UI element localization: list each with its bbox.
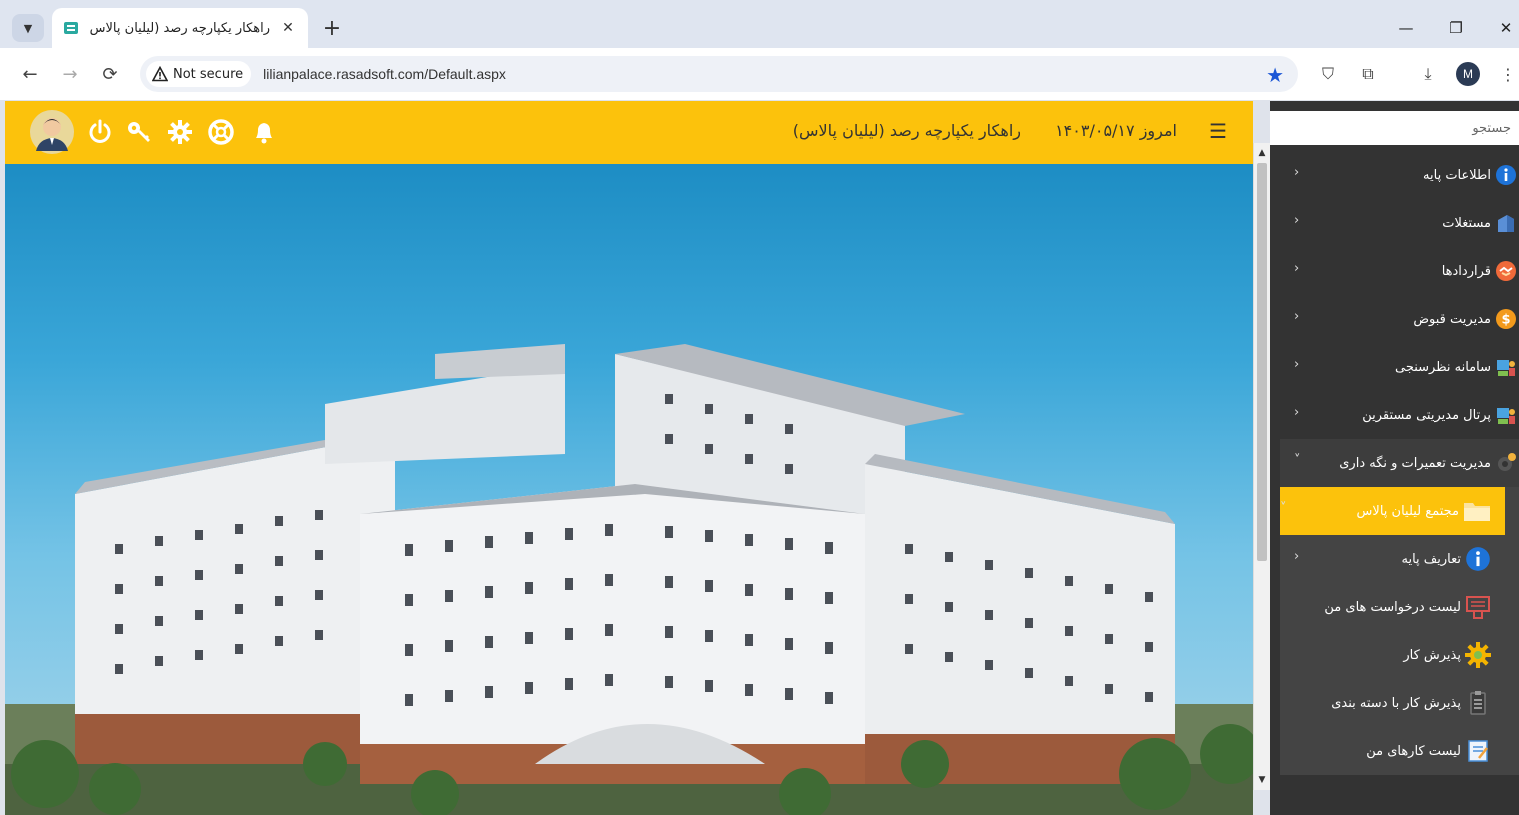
building-icon	[1498, 215, 1514, 232]
chevron-down-icon: ˅	[1294, 453, 1301, 468]
task-list-icon	[1468, 740, 1488, 762]
dollar-icon: $	[1496, 309, 1516, 329]
warning-icon	[152, 66, 168, 82]
sidebar-menu: اطلاعات پایه ‹ مستغلات ‹ قراردادها ‹ $ م…	[1280, 151, 1519, 775]
sidebar-item-bills[interactable]: $ مدیریت قبوض ‹	[1280, 295, 1519, 343]
forward-arrow-icon[interactable]: →	[56, 60, 84, 88]
header-date: امروز ۱۴۰۳/۰۵/۱۷	[1055, 121, 1177, 140]
tab-close-icon[interactable]: ✕	[278, 18, 298, 38]
chevron-left-icon: ‹	[1294, 405, 1300, 420]
tab-title: راهکار یکپارچه رصد (لیلیان پالاس)	[90, 20, 270, 36]
hero-building-image	[5, 164, 1253, 815]
app-header: راهکار یکپارچه رصد (لیلیان پالاس) امروز …	[5, 101, 1253, 164]
scroll-thumb[interactable]	[1257, 163, 1267, 561]
chevron-left-icon: ‹	[1294, 261, 1300, 276]
tab-search-button[interactable]: ▼	[12, 14, 44, 42]
sidebar-item-accept-work-category[interactable]: پذیرش کار با دسته بندی	[1280, 679, 1519, 727]
support-lifebuoy-icon[interactable]	[208, 119, 234, 145]
chevron-left-icon: ‹	[1294, 357, 1300, 372]
chevron-left-icon: ‹	[1294, 213, 1300, 228]
address-bar[interactable]: Not secure lilianpalace.rasadsoft.com/De…	[140, 56, 1298, 92]
key-icon[interactable]	[126, 119, 152, 145]
sidebar-item-label: پرتال مدیریتی مستقرین	[1362, 407, 1491, 423]
sidebar-item-label: مدیریت تعمیرات و نگه داری	[1339, 455, 1491, 471]
more-menu-icon[interactable]: ⋮	[1494, 60, 1519, 88]
sidebar-item-label: قراردادها	[1441, 263, 1491, 279]
user-avatar-icon	[30, 110, 74, 154]
profile-avatar[interactable]: M	[1456, 62, 1480, 86]
chevron-down-icon: ▼	[23, 21, 33, 35]
reload-icon[interactable]: ⟳	[96, 60, 124, 88]
new-tab-button[interactable]: +	[318, 14, 346, 42]
url-text: lilianpalace.rasadsoft.com/Default.aspx	[263, 66, 506, 82]
chevron-left-icon: ‹	[1294, 549, 1300, 564]
sidebar-item-label: مستغلات	[1442, 215, 1491, 231]
bookmark-star-icon[interactable]: ★	[1266, 63, 1284, 87]
sidebar-item-tenant-portal[interactable]: پرتال مدیریتی مستقرین ‹	[1280, 391, 1519, 439]
sidebar-item-survey[interactable]: سامانه نظرسنجی ‹	[1280, 343, 1519, 391]
restore-button[interactable]: ❐	[1440, 14, 1472, 42]
clipboard-icon	[1470, 691, 1486, 715]
sidebar-search-input[interactable]	[1270, 111, 1519, 145]
folder-icon	[1464, 503, 1490, 521]
gear-icon[interactable]	[167, 119, 193, 145]
browser-tab[interactable]: راهکار یکپارچه رصد (لیلیان پالاس) ✕	[52, 8, 308, 48]
download-icon[interactable]: ⤓	[1414, 60, 1442, 88]
apartment-complex-illustration	[5, 344, 1253, 815]
sidebar-item-lilian-complex[interactable]: مجتمع لیلیان پالاس ˅	[1280, 487, 1505, 535]
extensions-puzzle-icon[interactable]: ⧉	[1354, 60, 1382, 88]
browser-toolbar: ← → ⟳ Not secure lilianpalace.rasadsoft.…	[0, 48, 1519, 100]
sidebar-item-label: لیست کارهای من	[1366, 743, 1461, 759]
svg-text:$: $	[1501, 313, 1510, 328]
user-avatar[interactable]	[29, 109, 75, 155]
header-title: راهکار یکپارچه رصد (لیلیان پالاس)	[792, 121, 1021, 140]
window-close-button[interactable]: ✕	[1490, 14, 1519, 42]
sidebar-item-real-estate[interactable]: مستغلات ‹	[1280, 199, 1519, 247]
hamburger-menu-icon[interactable]: ☰	[1209, 119, 1227, 143]
back-arrow-icon[interactable]: ←	[16, 60, 44, 88]
sun-gear-icon	[1465, 642, 1491, 668]
sidebar-item-label: تعاریف پایه	[1401, 551, 1461, 567]
sidebar-item-contracts[interactable]: قراردادها ‹	[1280, 247, 1519, 295]
sidebar: اطلاعات پایه ‹ مستغلات ‹ قراردادها ‹ $ م…	[1270, 101, 1519, 815]
maintenance-submenu: مجتمع لیلیان پالاس ˅ تعاریف پایه ‹ لیست …	[1280, 487, 1519, 775]
chevron-left-icon: ‹	[1294, 309, 1300, 324]
info-icon	[1496, 165, 1516, 185]
notification-bell-icon[interactable]	[251, 119, 277, 145]
chevron-left-icon: ‹	[1294, 165, 1300, 180]
info-icon	[1466, 547, 1490, 571]
request-list-icon	[1466, 596, 1490, 619]
portal-icon	[1497, 408, 1515, 424]
power-icon[interactable]	[87, 119, 113, 145]
sidebar-item-maintenance[interactable]: مدیریت تعمیرات و نگه داری ˅	[1280, 439, 1519, 487]
sidebar-item-label: سامانه نظرسنجی	[1395, 359, 1491, 375]
sidebar-item-my-requests[interactable]: لیست درخواست های من	[1280, 583, 1519, 631]
handshake-icon	[1496, 261, 1516, 281]
site-favicon-icon	[64, 22, 78, 34]
sidebar-item-accept-work[interactable]: پذیرش کار	[1280, 631, 1519, 679]
survey-icon	[1497, 360, 1515, 376]
sidebar-item-base-info[interactable]: اطلاعات پایه ‹	[1280, 151, 1519, 199]
sidebar-item-base-definitions[interactable]: تعاریف پایه ‹	[1280, 535, 1519, 583]
chevron-down-icon: ˅	[1280, 501, 1287, 516]
repair-gear-icon	[1498, 453, 1516, 471]
shield-extension-icon[interactable]: ⛉	[1314, 60, 1342, 88]
security-chip[interactable]: Not secure	[146, 61, 252, 87]
sidebar-item-label: لیست درخواست های من	[1324, 599, 1461, 615]
sidebar-item-label: پذیرش کار با دسته بندی	[1331, 695, 1461, 711]
browser-tab-strip: ▼ راهکار یکپارچه رصد (لیلیان پالاس) ✕ + …	[0, 0, 1519, 54]
minimize-button[interactable]: —	[1390, 14, 1422, 42]
sidebar-item-label: اطلاعات پایه	[1423, 167, 1491, 183]
sidebar-item-label: مجتمع لیلیان پالاس	[1356, 503, 1459, 519]
sidebar-item-label: پذیرش کار	[1403, 647, 1461, 663]
security-label: Not secure	[173, 66, 244, 82]
content-scrollbar[interactable]: ▲ ▼	[1253, 143, 1270, 790]
sidebar-item-my-tasks[interactable]: لیست کارهای من	[1280, 727, 1519, 775]
scroll-up-arrow-icon[interactable]: ▲	[1254, 145, 1270, 161]
scroll-down-arrow-icon[interactable]: ▼	[1254, 772, 1270, 788]
sidebar-item-label: مدیریت قبوض	[1413, 311, 1491, 327]
